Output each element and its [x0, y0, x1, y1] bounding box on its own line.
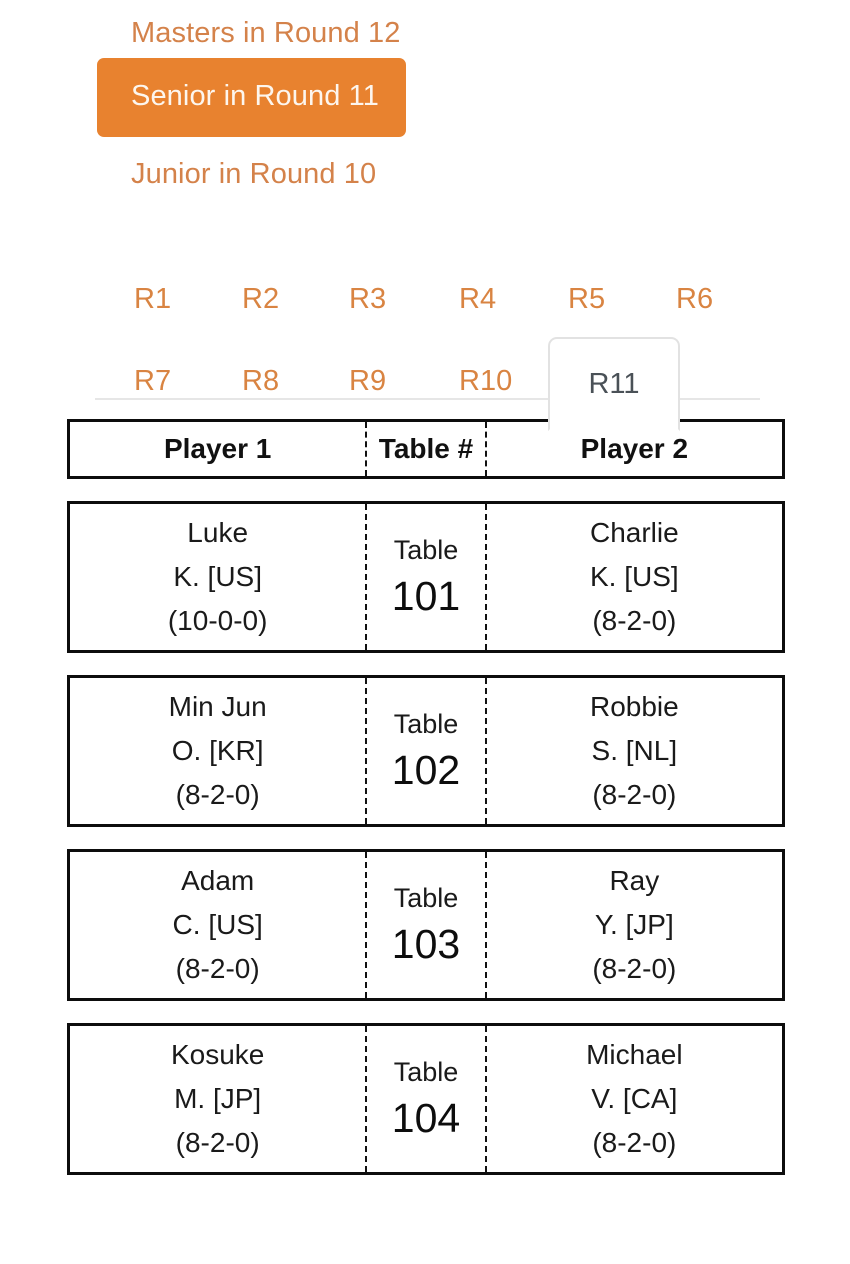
player-first-name: Luke	[187, 517, 249, 548]
table-row[interactable]: Adam C. [US] (8-2-0) Table 103 Ray Y. [J…	[67, 849, 785, 1001]
player-record: (8-2-0)	[175, 953, 260, 984]
table-label: Table	[393, 535, 459, 565]
player-first-name: Min Jun	[168, 691, 267, 722]
round-tab-strip: R1 R2 R3 R4 R5 R6 R7 R8 R9 R10 R11	[0, 253, 850, 431]
pairing-player-2: Charlie K. [US] (8-2-0)	[487, 504, 782, 650]
player-record: (8-2-0)	[592, 1127, 677, 1158]
pairing-player-2: Michael V. [CA] (8-2-0)	[487, 1026, 782, 1172]
division-row-senior: Senior in Round 11	[0, 58, 850, 137]
player-initial-country: V. [CA]	[591, 1083, 678, 1114]
header-table-number: Table #	[365, 422, 487, 476]
division-link-senior[interactable]: Senior in Round 11	[97, 58, 406, 137]
player-first-name: Ray	[609, 865, 660, 896]
table-label: Table	[393, 1057, 459, 1087]
player-first-name: Adam	[181, 865, 255, 896]
pairing-table-number: Table 101	[365, 504, 487, 650]
division-row-junior: Junior in Round 10	[0, 137, 850, 197]
table-number: 104	[391, 1095, 461, 1141]
player-initial-country: M. [JP]	[174, 1083, 262, 1114]
player-first-name: Charlie	[589, 517, 679, 548]
round-tab-r10[interactable]: R10	[455, 361, 516, 402]
player-initial-country: S. [NL]	[591, 735, 678, 766]
pairing-player-1: Min Jun O. [KR] (8-2-0)	[70, 678, 365, 824]
division-link-junior[interactable]: Junior in Round 10	[0, 137, 850, 197]
player-record: (8-2-0)	[175, 779, 260, 810]
table-number: 103	[391, 921, 461, 967]
header-player-1: Player 1	[163, 433, 272, 464]
table-number: 101	[391, 573, 461, 619]
round-tab-r11[interactable]: R11	[548, 337, 680, 431]
table-row[interactable]: Min Jun O. [KR] (8-2-0) Table 102 Robbie…	[67, 675, 785, 827]
division-row-masters: Masters in Round 12	[0, 11, 850, 58]
player-record: (8-2-0)	[175, 1127, 260, 1158]
round-tab-r5[interactable]: R5	[564, 279, 609, 320]
player-initial-country: C. [US]	[172, 909, 263, 940]
round-tab-r1[interactable]: R1	[130, 279, 175, 320]
player-initial-country: Y. [JP]	[594, 909, 674, 940]
round-tab-grid: R1 R2 R3 R4 R5 R6 R7 R8 R9 R10 R11	[0, 253, 850, 431]
table-row[interactable]: Kosuke M. [JP] (8-2-0) Table 104 Michael…	[67, 1023, 785, 1175]
round-tab-r4[interactable]: R4	[455, 279, 500, 320]
player-record: (10-0-0)	[167, 605, 268, 636]
round-tab-r3[interactable]: R3	[345, 279, 390, 320]
round-tab-r2[interactable]: R2	[238, 279, 283, 320]
player-record: (8-2-0)	[592, 953, 677, 984]
player-initial-country: K. [US]	[173, 561, 263, 592]
pairing-table-number: Table 103	[365, 852, 487, 998]
pairings-table: Player 1 Table # Player 2 Luke K. [US] (…	[0, 419, 850, 1175]
pairing-player-1: Kosuke M. [JP] (8-2-0)	[70, 1026, 365, 1172]
round-tab-r6[interactable]: R6	[672, 279, 717, 320]
table-label: Table	[393, 709, 459, 739]
player-first-name: Michael	[586, 1039, 683, 1070]
player-initial-country: O. [KR]	[171, 735, 264, 766]
pairing-player-2: Ray Y. [JP] (8-2-0)	[487, 852, 782, 998]
pairing-player-2: Robbie S. [NL] (8-2-0)	[487, 678, 782, 824]
player-initial-country: K. [US]	[589, 561, 679, 592]
table-label: Table	[393, 883, 459, 913]
pairing-player-1: Adam C. [US] (8-2-0)	[70, 852, 365, 998]
table-number: 102	[391, 747, 461, 793]
division-link-masters[interactable]: Masters in Round 12	[0, 11, 850, 58]
header-player-2: Player 2	[580, 433, 689, 464]
division-selector: Masters in Round 12 Senior in Round 11 J…	[0, 0, 850, 197]
round-tab-r7[interactable]: R7	[130, 361, 175, 402]
pairing-table-number: Table 104	[365, 1026, 487, 1172]
player-first-name: Kosuke	[170, 1039, 265, 1070]
player-record: (8-2-0)	[592, 605, 677, 636]
pairing-player-1: Luke K. [US] (10-0-0)	[70, 504, 365, 650]
pairing-table-number: Table 102	[365, 678, 487, 824]
player-record: (8-2-0)	[592, 779, 677, 810]
table-row[interactable]: Luke K. [US] (10-0-0) Table 101 Charlie …	[67, 501, 785, 653]
player-first-name: Robbie	[589, 691, 679, 722]
round-tab-r9[interactable]: R9	[345, 361, 390, 402]
round-tab-r8[interactable]: R8	[238, 361, 283, 402]
